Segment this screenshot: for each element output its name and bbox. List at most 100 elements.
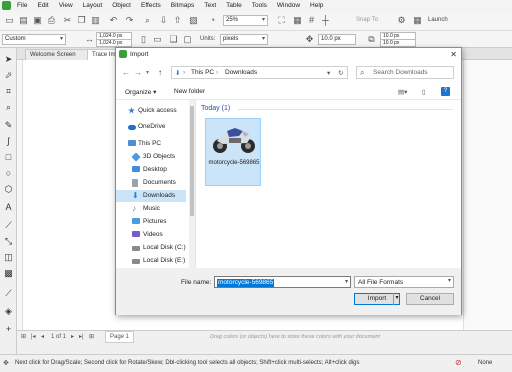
launch-label[interactable]: Launch bbox=[428, 17, 448, 23]
file-type-select[interactable]: All File Formats bbox=[354, 276, 454, 288]
search-content-icon[interactable]: ⌕ bbox=[142, 15, 153, 26]
portrait-icon[interactable]: ▯ bbox=[138, 34, 149, 45]
drop-shadow-tool-icon[interactable]: ◫ bbox=[3, 252, 14, 263]
print-icon[interactable]: ⎙ bbox=[46, 15, 57, 26]
navigation-scrollbar[interactable] bbox=[189, 100, 195, 268]
grid-icon[interactable]: # bbox=[306, 15, 317, 26]
launch-icon[interactable]: ▦ bbox=[412, 15, 423, 26]
connector-tool-icon[interactable]: ⤡ bbox=[3, 236, 14, 247]
menu-layout[interactable]: Layout bbox=[83, 2, 103, 9]
file-item-motorcycle[interactable]: motorcycle-569865 bbox=[205, 118, 261, 186]
nav-pictures[interactable]: Pictures bbox=[116, 216, 186, 228]
last-page-icon[interactable]: ▸| bbox=[79, 332, 84, 342]
menu-bitmaps[interactable]: Bitmaps bbox=[171, 2, 194, 9]
menu-text[interactable]: Text bbox=[204, 2, 216, 9]
options-gear-icon[interactable]: ⚙ bbox=[396, 15, 407, 26]
eyedropper-tool-icon[interactable]: ⟋ bbox=[3, 288, 14, 299]
shape-tool-icon[interactable]: ⬀ bbox=[3, 70, 14, 81]
menu-table[interactable]: Table bbox=[226, 2, 242, 9]
previous-page-icon[interactable]: ◂ bbox=[41, 332, 44, 342]
next-page-icon[interactable]: ▸ bbox=[71, 332, 74, 342]
publish-pdf-icon[interactable]: ▧ bbox=[188, 15, 199, 26]
nav-quick-access[interactable]: Quick access bbox=[116, 105, 186, 117]
all-pages-icon[interactable]: ❏ bbox=[168, 34, 179, 45]
menu-edit[interactable]: Edit bbox=[37, 2, 48, 9]
recent-locations-icon[interactable]: ▾ bbox=[146, 69, 149, 76]
cut-icon[interactable]: ✂ bbox=[62, 15, 73, 26]
new-folder-button[interactable]: New folder bbox=[174, 88, 205, 95]
open-icon[interactable]: ▤ bbox=[18, 15, 29, 26]
add-tool-icon[interactable]: + bbox=[3, 324, 14, 335]
organize-button[interactable]: Organize ▾ bbox=[125, 88, 156, 96]
export-icon[interactable]: ⇧ bbox=[172, 15, 183, 26]
snap-to-label[interactable]: Snap To bbox=[356, 17, 378, 23]
pick-tool-icon[interactable]: ➤ bbox=[3, 54, 14, 65]
nav-local-disk-e[interactable]: Local Disk (E:) bbox=[116, 255, 186, 267]
menu-view[interactable]: View bbox=[59, 2, 73, 9]
undo-icon[interactable]: ↶ bbox=[108, 15, 119, 26]
units-select[interactable]: pixels bbox=[220, 34, 268, 45]
copy-icon[interactable]: ❐ bbox=[76, 15, 87, 26]
help-icon[interactable]: ? bbox=[441, 87, 450, 96]
cancel-button[interactable]: Cancel bbox=[406, 293, 454, 305]
up-arrow-icon[interactable]: ↑ bbox=[158, 68, 162, 77]
nav-videos[interactable]: Videos bbox=[116, 229, 186, 241]
guidelines-icon[interactable]: ┼ bbox=[320, 15, 331, 26]
nudge-distance-input[interactable]: 10.0 px bbox=[318, 34, 356, 45]
page-height-input[interactable]: 1,024.0 px bbox=[96, 39, 132, 47]
import-options-dropdown-icon[interactable]: ▾ bbox=[393, 293, 400, 305]
menu-tools[interactable]: Tools bbox=[252, 2, 267, 9]
zoom-level-select[interactable]: 25% bbox=[223, 15, 268, 26]
menu-help[interactable]: Help bbox=[310, 2, 323, 9]
landscape-icon[interactable]: ▭ bbox=[152, 34, 163, 45]
breadcrumb-downloads[interactable]: Downloads bbox=[225, 69, 257, 76]
fill-none-icon[interactable]: ⊘ bbox=[455, 358, 467, 368]
add-page-before-icon[interactable]: ⊞ bbox=[21, 332, 26, 342]
transparency-tool-icon[interactable]: ▩ bbox=[3, 268, 14, 279]
file-name-input[interactable]: motorcycle-569865 ▾ bbox=[214, 276, 351, 288]
file-name-dropdown-icon[interactable]: ▾ bbox=[345, 278, 348, 285]
save-icon[interactable]: ▣ bbox=[32, 15, 43, 26]
crop-tool-icon[interactable]: ⌗ bbox=[3, 86, 14, 97]
address-dropdown-icon[interactable]: ▾ bbox=[327, 69, 330, 77]
nav-desktop[interactable]: Desktop bbox=[116, 164, 186, 176]
parallel-dimension-tool-icon[interactable]: ⟋ bbox=[3, 220, 14, 231]
ellipse-tool-icon[interactable]: ○ bbox=[3, 168, 14, 179]
artistic-media-tool-icon[interactable]: ∫ bbox=[3, 136, 14, 147]
search-input[interactable]: Search Downloads bbox=[356, 66, 454, 79]
nav-downloads[interactable]: ⬇ Downloads bbox=[116, 190, 186, 202]
text-tool-icon[interactable]: A bbox=[3, 202, 14, 213]
new-document-icon[interactable]: ▭ bbox=[4, 15, 15, 26]
freehand-tool-icon[interactable]: ✎ bbox=[3, 120, 14, 131]
full-screen-icon[interactable]: ⛶ bbox=[276, 15, 287, 26]
add-page-after-icon[interactable]: ⊞ bbox=[89, 332, 94, 342]
scrollbar-thumb[interactable] bbox=[190, 106, 194, 216]
first-page-icon[interactable]: |◂ bbox=[31, 332, 36, 342]
interactive-fill-tool-icon[interactable]: ◈ bbox=[3, 306, 14, 317]
nav-this-pc[interactable]: This PC bbox=[116, 138, 186, 150]
group-header-today[interactable]: Today (1) bbox=[201, 105, 230, 112]
zoom-tool-icon[interactable]: ⌕ bbox=[3, 102, 14, 113]
menu-object[interactable]: Object bbox=[112, 2, 131, 9]
rectangle-tool-icon[interactable]: □ bbox=[3, 152, 14, 163]
view-options-icon[interactable]: ▤▾ bbox=[398, 88, 407, 96]
nav-music[interactable]: ♪ Music bbox=[116, 203, 186, 215]
import-icon[interactable]: ⇩ bbox=[158, 15, 169, 26]
zoom-icon[interactable]: ◔ bbox=[207, 15, 218, 26]
menu-file[interactable]: File bbox=[17, 2, 27, 9]
menu-window[interactable]: Window bbox=[277, 2, 300, 9]
nav-documents[interactable]: Documents bbox=[116, 177, 186, 189]
breadcrumb-this-pc[interactable]: This PC bbox=[191, 69, 214, 76]
forward-arrow-icon[interactable]: → bbox=[134, 68, 142, 77]
nav-3d-objects[interactable]: 3D Objects bbox=[116, 151, 186, 163]
tab-welcome-screen[interactable]: Welcome Screen bbox=[25, 49, 89, 60]
rulers-icon[interactable]: ▦ bbox=[292, 15, 303, 26]
nav-local-disk-c[interactable]: Local Disk (C:) bbox=[116, 242, 186, 254]
paste-icon[interactable]: ▥ bbox=[90, 15, 101, 26]
close-icon[interactable]: ✕ bbox=[450, 50, 457, 59]
redo-icon[interactable]: ↷ bbox=[124, 15, 135, 26]
menu-effects[interactable]: Effects bbox=[141, 2, 161, 9]
preview-pane-icon[interactable]: ▯ bbox=[422, 88, 426, 96]
back-arrow-icon[interactable]: ← bbox=[122, 68, 130, 77]
page-tab-1[interactable]: Page 1 bbox=[105, 331, 135, 343]
